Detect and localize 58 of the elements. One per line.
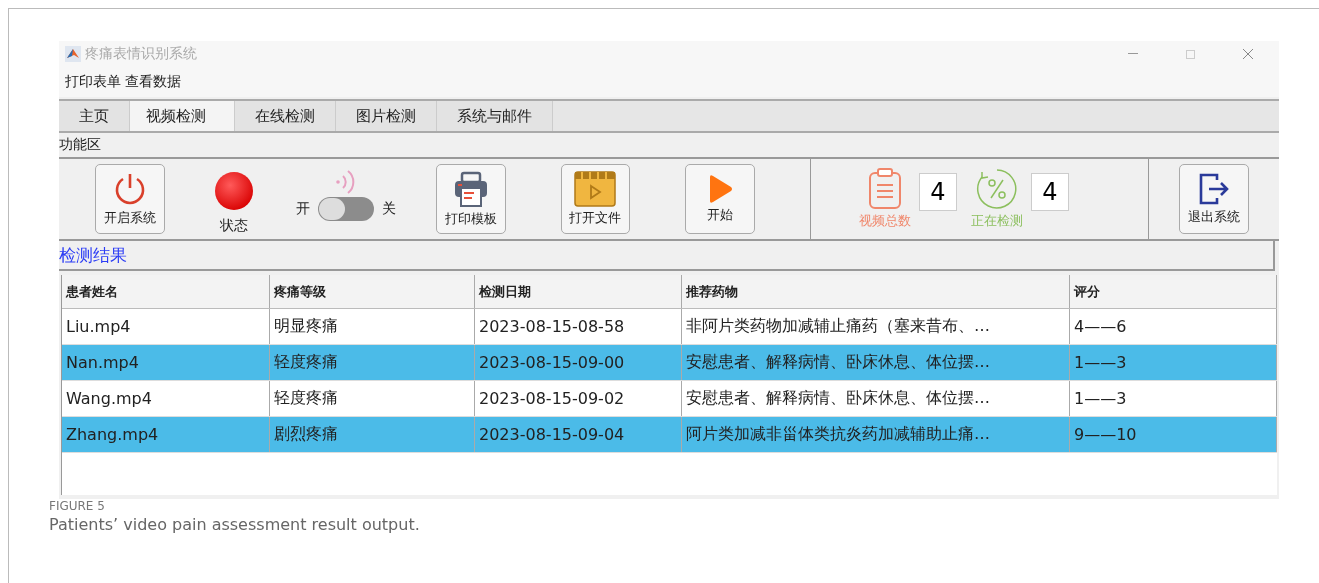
percent-icon bbox=[976, 168, 1018, 210]
status-label: 状态 bbox=[219, 217, 248, 235]
table-cell: 安慰患者、解释病情、卧床休息、体位摆… bbox=[682, 381, 1070, 416]
table-cell: 非阿片类药物加减辅止痛药（塞来昔布、… bbox=[682, 309, 1070, 344]
table-cell: Wang.mp4 bbox=[62, 381, 270, 416]
toggle-on-label: 开 bbox=[295, 200, 310, 218]
table-cell: 剧烈疼痛 bbox=[270, 417, 475, 452]
figure-caption: Patients’ video pain assessment result output. bbox=[49, 515, 421, 534]
column-header: 评分 bbox=[1070, 275, 1277, 308]
table-cell: 明显疼痛 bbox=[270, 309, 475, 344]
section-label: 功能区 bbox=[59, 136, 101, 154]
column-header: 推荐药物 bbox=[682, 275, 1070, 308]
play-icon bbox=[707, 174, 734, 204]
window-title: 疼痛表情识别系统 bbox=[85, 45, 197, 63]
table-cell: 4——6 bbox=[1070, 309, 1277, 344]
print-template-button[interactable]: 打印模板 bbox=[435, 164, 506, 234]
counter-label: 正在检测 bbox=[971, 212, 1023, 230]
table-cell: 1——3 bbox=[1070, 381, 1277, 416]
table-cell: 阿片类加减非甾体类抗炎药加减辅助止痛… bbox=[682, 417, 1070, 452]
exit-icon bbox=[1197, 172, 1231, 206]
table-cell: 轻度疼痛 bbox=[270, 381, 475, 416]
counter-value: 4 bbox=[919, 173, 957, 211]
menu-item[interactable]: 打印表单 bbox=[65, 73, 121, 91]
figure-label: FIGURE 5 bbox=[49, 499, 106, 513]
open-file-button[interactable]: 打开文件 bbox=[560, 164, 631, 234]
table-cell: 1——3 bbox=[1070, 345, 1277, 380]
toggle-off-label: 关 bbox=[381, 200, 396, 218]
power-button[interactable]: 开启系统 bbox=[95, 164, 165, 234]
close-icon[interactable] bbox=[1243, 49, 1253, 59]
minimize-icon[interactable] bbox=[1128, 53, 1138, 55]
table-row[interactable]: Nan.mp4 轻度疼痛 2023-08-15-09-00 安慰患者、解释病情、卧床休息、体位摆… 1——3 bbox=[62, 345, 1277, 381]
column-header: 患者姓名 bbox=[62, 275, 270, 308]
results-heading: 检测结果 bbox=[59, 243, 127, 267]
column-header: 检测日期 bbox=[475, 275, 682, 308]
start-button[interactable]: 开始 bbox=[685, 164, 755, 234]
column-header: 疼痛等级 bbox=[270, 275, 475, 308]
counter-value: 4 bbox=[1031, 173, 1069, 211]
app-logo-icon bbox=[65, 46, 81, 62]
video-file-icon bbox=[574, 171, 617, 207]
table-cell: 2023-08-15-09-02 bbox=[475, 381, 682, 416]
counter-label: 视频总数 bbox=[859, 212, 911, 230]
table-cell: Nan.mp4 bbox=[62, 345, 270, 380]
table-cell: 2023-08-15-08-58 bbox=[475, 309, 682, 344]
table-row[interactable]: Zhang.mp4 剧烈疼痛 2023-08-15-09-04 阿片类加减非甾体类抗炎药加减辅助止痛… 9——10 bbox=[62, 417, 1277, 453]
clipboard-icon bbox=[867, 168, 903, 210]
menu-item[interactable]: 查看数据 bbox=[125, 73, 181, 91]
table-cell: 2023-08-15-09-04 bbox=[475, 417, 682, 452]
maximize-icon[interactable] bbox=[1186, 49, 1195, 59]
table-cell: Zhang.mp4 bbox=[62, 417, 270, 452]
status-light-icon bbox=[213, 171, 254, 211]
table-cell: 安慰患者、解释病情、卧床休息、体位摆… bbox=[682, 345, 1070, 380]
toggle-switch[interactable] bbox=[317, 197, 374, 221]
tab[interactable]: 视频检测 bbox=[130, 101, 235, 131]
table-cell: 轻度疼痛 bbox=[270, 345, 475, 380]
exit-button[interactable]: 退出系统 bbox=[1179, 164, 1249, 234]
table-cell: 2023-08-15-09-00 bbox=[475, 345, 682, 380]
table-cell: 9——10 bbox=[1070, 417, 1277, 452]
table-cell: Liu.mp4 bbox=[62, 309, 270, 344]
